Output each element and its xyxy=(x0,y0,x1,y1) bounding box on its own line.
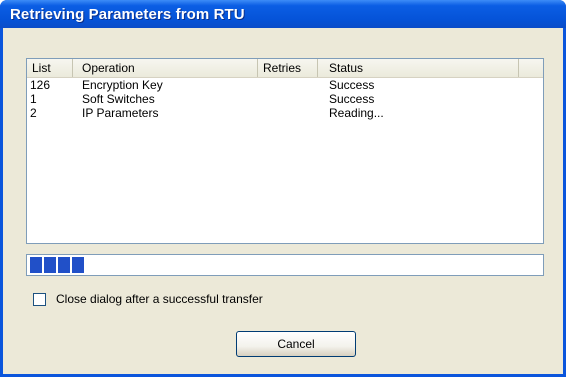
cell-status: Reading... xyxy=(329,106,384,120)
table-row[interactable]: 126 Encryption Key Success xyxy=(27,78,543,92)
operations-list[interactable]: List Operation Retries Status 126 Encryp… xyxy=(26,58,544,244)
table-row[interactable]: 1 Soft Switches Success xyxy=(27,92,543,106)
column-header-status[interactable]: Status xyxy=(318,59,519,77)
close-after-transfer-label[interactable]: Close dialog after a successful transfer xyxy=(56,292,263,306)
cell-status: Success xyxy=(329,92,375,106)
cell-list: 126 xyxy=(30,78,51,92)
cell-retries xyxy=(258,92,318,106)
progress-fill xyxy=(30,257,86,273)
cell-operation: Soft Switches xyxy=(82,92,155,106)
cell-operation: IP Parameters xyxy=(82,106,159,120)
close-after-transfer-checkbox[interactable] xyxy=(33,292,46,306)
table-row[interactable]: 2 IP Parameters Reading... xyxy=(27,106,543,120)
cell-list: 1 xyxy=(30,92,37,106)
column-header-filler xyxy=(519,59,543,77)
cell-list: 2 xyxy=(30,106,37,120)
transfer-progress-bar xyxy=(26,254,544,276)
cell-retries xyxy=(258,78,318,92)
cell-retries xyxy=(258,106,318,120)
cancel-button[interactable]: Cancel xyxy=(236,331,356,357)
list-rows: 126 Encryption Key Success 1 Soft Switch… xyxy=(27,78,543,120)
column-header-retries[interactable]: Retries xyxy=(258,59,318,77)
dialog-window: Retrieving Parameters from RTU List Oper… xyxy=(0,0,566,377)
cell-status: Success xyxy=(329,78,375,92)
dialog-body: List Operation Retries Status 126 Encryp… xyxy=(3,28,563,374)
list-header: List Operation Retries Status xyxy=(27,59,543,78)
cell-operation: Encryption Key xyxy=(82,78,163,92)
column-header-operation[interactable]: Operation xyxy=(73,59,258,77)
title-bar[interactable]: Retrieving Parameters from RTU xyxy=(0,0,566,28)
column-header-list[interactable]: List xyxy=(27,59,73,77)
close-after-transfer-option[interactable]: Close dialog after a successful transfer xyxy=(33,292,263,306)
window-title: Retrieving Parameters from RTU xyxy=(10,5,245,23)
